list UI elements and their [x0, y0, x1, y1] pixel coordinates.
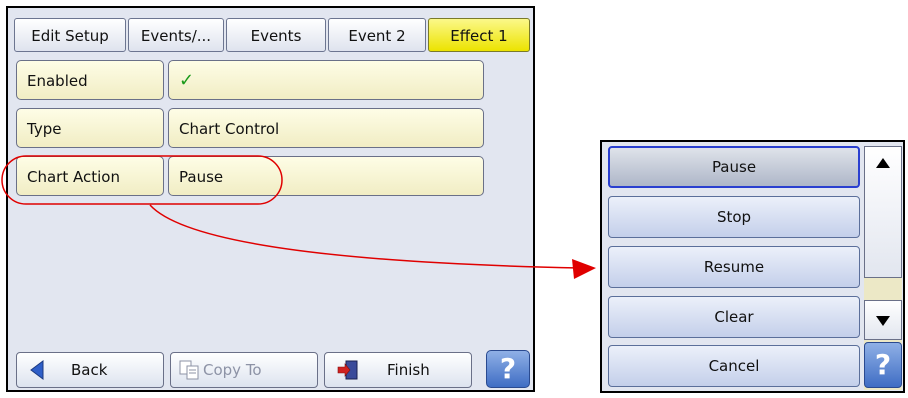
- row-label-enabled: Enabled: [16, 60, 164, 100]
- crumb-edit-setup[interactable]: Edit Setup: [14, 18, 126, 52]
- option-pause[interactable]: Pause: [608, 146, 860, 188]
- back-button[interactable]: Back: [16, 352, 164, 388]
- checkmark-icon: ✓: [179, 70, 195, 91]
- arrow-down-icon: [876, 316, 890, 326]
- breadcrumb: Edit Setup Events/... Events Event 2 Eff…: [14, 18, 530, 54]
- option-cancel[interactable]: Cancel: [608, 345, 860, 387]
- crumb-event-2[interactable]: Event 2: [328, 18, 426, 52]
- option-stop[interactable]: Stop: [608, 196, 860, 238]
- type-value[interactable]: Chart Control: [168, 108, 484, 148]
- back-label: Back: [71, 361, 108, 379]
- chart-action-popup: Pause Stop Resume Clear Cancel ?: [600, 140, 905, 393]
- arrow-up-icon: [876, 158, 890, 168]
- row-label-type: Type: [16, 108, 164, 148]
- help-button[interactable]: ?: [486, 350, 530, 388]
- exit-door-icon: [337, 360, 358, 380]
- crumb-events[interactable]: Events: [226, 18, 326, 52]
- row-label-chart-action: Chart Action: [16, 156, 164, 196]
- copy-to-label: Copy To: [203, 361, 262, 379]
- finish-button[interactable]: Finish: [324, 352, 472, 388]
- scroll-up-button[interactable]: [864, 146, 902, 278]
- finish-label: Finish: [387, 361, 430, 379]
- option-clear[interactable]: Clear: [608, 296, 860, 338]
- callout-arrowhead-icon: [572, 259, 596, 279]
- copy-to-button[interactable]: Copy To: [170, 352, 318, 388]
- help-icon: ?: [874, 348, 892, 381]
- option-resume[interactable]: Resume: [608, 246, 860, 288]
- back-arrow-icon: [30, 360, 44, 380]
- copy-icon: [179, 360, 199, 380]
- help-icon: ?: [499, 352, 517, 385]
- crumb-events-ellipsis[interactable]: Events/...: [128, 18, 224, 52]
- crumb-effect-1[interactable]: Effect 1: [428, 18, 530, 52]
- popup-help-button[interactable]: ?: [864, 342, 902, 388]
- enabled-checkbox[interactable]: ✓: [168, 60, 484, 100]
- scroll-down-button[interactable]: [864, 300, 902, 340]
- effect-setup-screen: Edit Setup Events/... Events Event 2 Eff…: [6, 6, 535, 392]
- chart-action-value[interactable]: Pause: [168, 156, 484, 196]
